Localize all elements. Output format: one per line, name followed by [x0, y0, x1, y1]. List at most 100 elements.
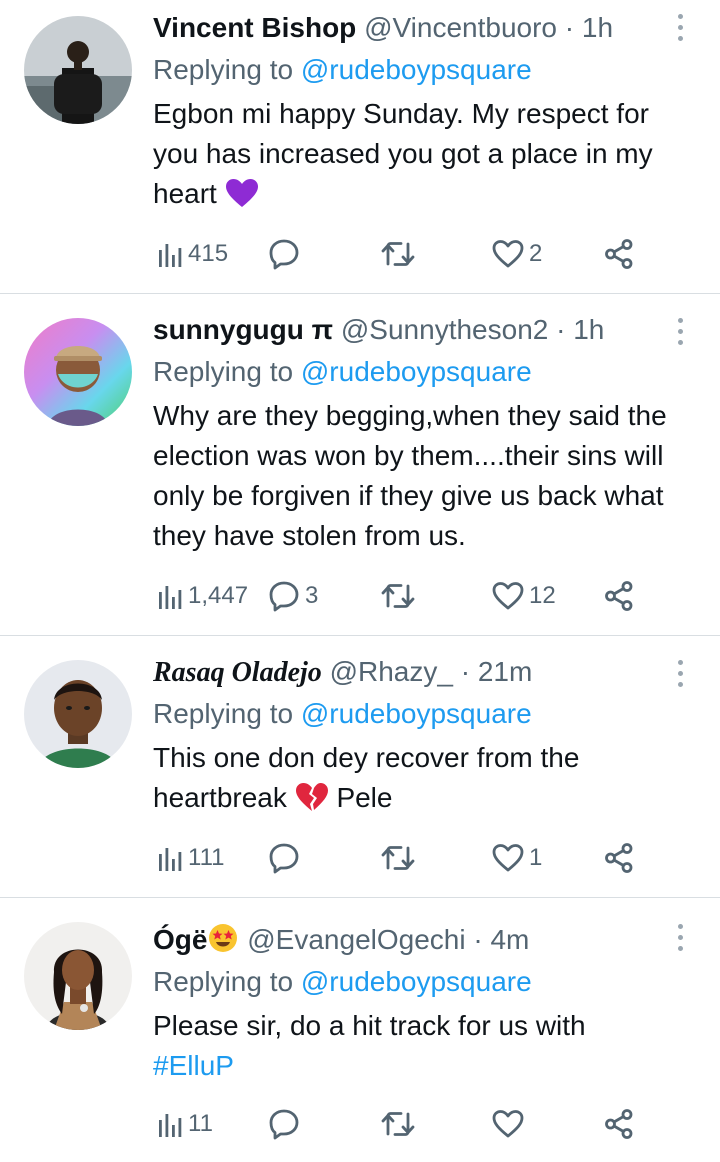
action-bar: 111 1 — [153, 838, 660, 878]
tweet[interactable]: Ógë @EvangelOgechi · 4m Replying to @rud… — [0, 898, 720, 1162]
handle[interactable]: @Sunnytheson2 — [341, 314, 548, 345]
more-options-icon[interactable] — [672, 318, 688, 348]
handle[interactable]: @EvangelOgechi — [247, 924, 465, 955]
tweet-text: Egbon mi happy Sunday. My respect for yo… — [153, 94, 698, 219]
timestamp[interactable]: 1h — [582, 12, 613, 43]
like-button[interactable]: 2 — [491, 234, 542, 274]
reply-feed: Vincent Bishop @Vincentbuoro · 1h Replyi… — [0, 0, 720, 1162]
views-count: 111 — [188, 844, 225, 871]
views-count: 1,447 — [188, 582, 249, 609]
tweet-header: sunnygugu π @Sunnytheson2 · 1h — [153, 310, 676, 350]
replying-label: Replying to — [153, 698, 294, 729]
separator-dot: · — [473, 924, 483, 955]
replying-label: Replying to — [153, 54, 294, 85]
like-button[interactable]: 12 — [491, 576, 556, 616]
reply-button[interactable] — [267, 838, 305, 878]
handle[interactable]: @Vincentbuoro — [364, 12, 557, 43]
avatar[interactable] — [24, 16, 132, 124]
like-button[interactable] — [491, 1104, 529, 1144]
heart-icon — [492, 582, 524, 610]
retweet-icon — [381, 242, 415, 266]
tweet-text: Please sir, do a hit track for us with #… — [153, 1006, 653, 1086]
share-button[interactable] — [603, 1104, 635, 1144]
star-struck-emoji — [207, 922, 239, 965]
views-count: 415 — [188, 240, 229, 267]
display-name[interactable]: Rasaq Oladejo — [153, 657, 322, 688]
timestamp[interactable]: 4m — [490, 924, 529, 955]
reply-count: 3 — [305, 582, 319, 609]
timestamp[interactable]: 1h — [573, 314, 604, 345]
heart-icon — [492, 844, 524, 872]
views-button[interactable]: 415 — [158, 234, 228, 274]
analytics-icon — [159, 1114, 182, 1137]
more-options-icon[interactable] — [672, 14, 688, 44]
replying-to: Replying to @rudeboypsquare — [153, 694, 676, 734]
replying-to: Replying to @rudeboypsquare — [153, 962, 676, 1002]
handle[interactable]: @Rhazy_ — [330, 656, 453, 687]
analytics-icon — [159, 586, 182, 609]
display-name[interactable]: Ógë — [153, 924, 207, 955]
like-button[interactable]: 1 — [491, 838, 542, 878]
like-count: 2 — [529, 240, 543, 267]
share-icon — [605, 581, 633, 611]
separator-dot: · — [564, 12, 575, 43]
views-button[interactable]: 1,447 — [158, 576, 248, 616]
tweet-text-tail: Pele — [336, 782, 393, 813]
share-icon — [605, 239, 633, 269]
tweet-text: Why are they begging,when they said the … — [153, 400, 667, 551]
purple-heart-emoji — [225, 178, 259, 219]
reply-button[interactable] — [267, 1104, 305, 1144]
share-button[interactable] — [603, 234, 635, 274]
timestamp[interactable]: 21m — [478, 656, 532, 687]
retweet-icon — [381, 1112, 415, 1136]
like-count: 12 — [529, 582, 556, 609]
like-count: 1 — [529, 844, 543, 871]
views-button[interactable]: 11 — [158, 1104, 213, 1144]
mention-link[interactable]: @rudeboypsquare — [301, 356, 532, 387]
more-options-icon[interactable] — [672, 660, 688, 690]
retweet-button[interactable] — [380, 576, 420, 616]
tweet-header: Rasaq Oladejo @Rhazy_ · 21m — [153, 652, 676, 692]
avatar[interactable] — [24, 318, 132, 426]
tweet-header: Vincent Bishop @Vincentbuoro · 1h — [153, 8, 676, 48]
views-button[interactable]: 111 — [158, 838, 224, 878]
replying-label: Replying to — [153, 356, 294, 387]
reply-button[interactable]: 3 — [267, 576, 318, 616]
separator-dot: · — [460, 656, 471, 687]
reply-icon — [269, 843, 299, 874]
reply-icon — [269, 239, 299, 270]
tweet[interactable]: sunnygugu π @Sunnytheson2 · 1h Replying … — [0, 294, 720, 636]
share-button[interactable] — [603, 576, 635, 616]
replying-label: Replying to — [153, 966, 294, 997]
replying-to: Replying to @rudeboypsquare — [153, 50, 676, 90]
share-icon — [605, 843, 633, 873]
display-name[interactable]: sunnygugu π — [153, 314, 333, 345]
action-bar: 1,447 3 12 — [153, 576, 660, 616]
retweet-button[interactable] — [380, 838, 420, 878]
tweet[interactable]: Rasaq Oladejo @Rhazy_ · 21m Replying to … — [0, 636, 720, 898]
mention-link[interactable]: @rudeboypsquare — [301, 698, 532, 729]
avatar[interactable] — [24, 660, 132, 768]
tweet-text: This one don dey recover from the heartb… — [153, 738, 633, 823]
reply-button[interactable] — [267, 234, 305, 274]
retweet-button[interactable] — [380, 234, 420, 274]
tweet-header: Ógë @EvangelOgechi · 4m — [153, 920, 676, 960]
analytics-icon — [159, 848, 182, 871]
separator-dot: · — [556, 314, 566, 345]
hashtag-link[interactable]: #ElluP — [153, 1050, 234, 1081]
reply-icon — [269, 581, 299, 612]
more-options-icon[interactable] — [672, 924, 688, 954]
share-button[interactable] — [603, 838, 635, 878]
heart-icon — [492, 240, 524, 268]
tweet[interactable]: Vincent Bishop @Vincentbuoro · 1h Replyi… — [0, 0, 720, 294]
mention-link[interactable]: @rudeboypsquare — [301, 54, 532, 85]
retweet-button[interactable] — [380, 1104, 420, 1144]
replying-to: Replying to @rudeboypsquare — [153, 352, 676, 392]
avatar[interactable] — [24, 922, 132, 1030]
action-bar: 415 2 — [153, 234, 660, 274]
mention-link[interactable]: @rudeboypsquare — [301, 966, 532, 997]
tweet-text-body: Please sir, do a hit track for us with — [153, 1010, 586, 1041]
broken-heart-emoji — [295, 782, 329, 823]
analytics-icon — [159, 244, 182, 267]
display-name[interactable]: Vincent Bishop — [153, 12, 356, 43]
